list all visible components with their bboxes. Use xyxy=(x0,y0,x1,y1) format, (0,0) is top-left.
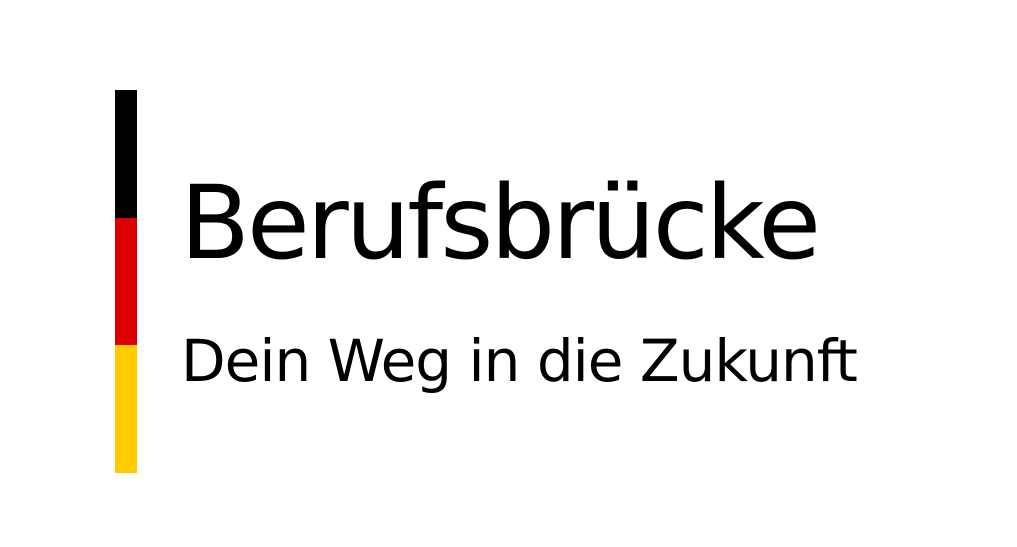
logo-tagline: Dein Weg in die Zukunft xyxy=(181,327,858,395)
flag-stripe-gold xyxy=(115,345,137,474)
flag-stripe-black xyxy=(115,90,137,218)
berufsbruecke-logo: Berufsbrücke Dein Weg in die Zukunft xyxy=(0,0,1017,547)
logo-title: Berufsbrücke xyxy=(180,164,821,283)
german-flag-bar xyxy=(115,90,137,474)
flag-stripe-red xyxy=(115,217,137,346)
